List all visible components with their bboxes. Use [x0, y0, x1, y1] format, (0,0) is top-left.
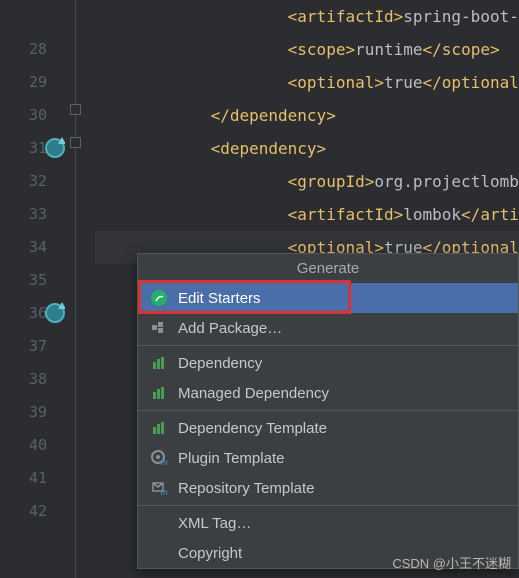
- menu-item-dependency-template[interactable]: Dependency Template: [138, 413, 518, 443]
- menu-item-label: Repository Template: [178, 480, 314, 497]
- menu-item-xml-tag[interactable]: XML Tag…: [138, 508, 518, 538]
- fold-column: [65, 0, 90, 578]
- menu-item-label: Dependency: [178, 355, 262, 372]
- bars-icon: [150, 384, 168, 402]
- menu-separator: [138, 410, 518, 411]
- repo-m-icon: m: [150, 479, 168, 497]
- line-number: 32: [0, 165, 47, 198]
- menu-item-plugin-template[interactable]: m Plugin Template: [138, 443, 518, 473]
- menu-item-label: Managed Dependency: [178, 385, 329, 402]
- code-line: <dependency>: [95, 132, 519, 165]
- code-line: </dependency>: [95, 99, 519, 132]
- gear-m-icon: m: [150, 449, 168, 467]
- code-line: <groupId>org.projectlomb: [95, 165, 519, 198]
- menu-item-edit-starters[interactable]: Edit Starters: [138, 283, 518, 313]
- line-number: 35: [0, 264, 47, 297]
- code-line: <artifactId>lombok</arti: [95, 198, 519, 231]
- line-number: 42: [0, 495, 47, 528]
- run-icon[interactable]: [45, 138, 65, 158]
- menu-item-dependency[interactable]: Dependency: [138, 348, 518, 378]
- menu-item-add-package[interactable]: Add Package…: [138, 313, 518, 343]
- fold-marker-icon[interactable]: [70, 137, 81, 148]
- menu-item-label: Dependency Template: [178, 420, 327, 437]
- line-number: 29: [0, 66, 47, 99]
- spring-icon: [150, 289, 168, 307]
- line-number: 37: [0, 330, 47, 363]
- watermark: CSDN @小王不迷糊: [392, 553, 511, 572]
- line-number: [0, 0, 47, 33]
- run-icon[interactable]: [45, 303, 65, 323]
- bars-icon: [150, 354, 168, 372]
- svg-text:m: m: [161, 488, 168, 497]
- bars-icon: [150, 419, 168, 437]
- menu-item-label: Copyright: [178, 545, 242, 562]
- menu-item-label: Plugin Template: [178, 450, 284, 467]
- line-number: 33: [0, 198, 47, 231]
- menu-item-label: XML Tag…: [178, 515, 251, 532]
- menu-separator: [138, 505, 518, 506]
- line-number: 36: [0, 297, 47, 330]
- line-number: 30: [0, 99, 47, 132]
- line-number: 31: [0, 132, 47, 165]
- menu-item-label: Edit Starters: [178, 290, 261, 307]
- menu-item-repository-template[interactable]: m Repository Template: [138, 473, 518, 503]
- line-number: 38: [0, 363, 47, 396]
- code-line: <optional>true</optional: [95, 66, 519, 99]
- line-number: 40: [0, 429, 47, 462]
- line-number: 34: [0, 231, 47, 264]
- fold-marker-icon[interactable]: [70, 104, 81, 115]
- code-line: <artifactId>spring-boot-: [95, 0, 519, 33]
- menu-separator: [138, 345, 518, 346]
- blank-icon: [150, 514, 168, 532]
- code-line: <scope>runtime</scope>: [95, 33, 519, 66]
- blank-icon: [150, 544, 168, 562]
- line-number: 41: [0, 462, 47, 495]
- menu-item-managed-dependency[interactable]: Managed Dependency: [138, 378, 518, 408]
- menu-title: Generate: [138, 254, 518, 283]
- line-gutter: 28 29 30 31 32 33 34 35 36 37 38 39 40 4…: [0, 0, 65, 578]
- menu-item-label: Add Package…: [178, 320, 282, 337]
- generate-menu: Generate Edit Starters Add Package… Depe…: [137, 253, 519, 569]
- svg-text:m: m: [161, 458, 168, 467]
- line-number: 28: [0, 33, 47, 66]
- package-icon: [150, 319, 168, 337]
- line-number: 39: [0, 396, 47, 429]
